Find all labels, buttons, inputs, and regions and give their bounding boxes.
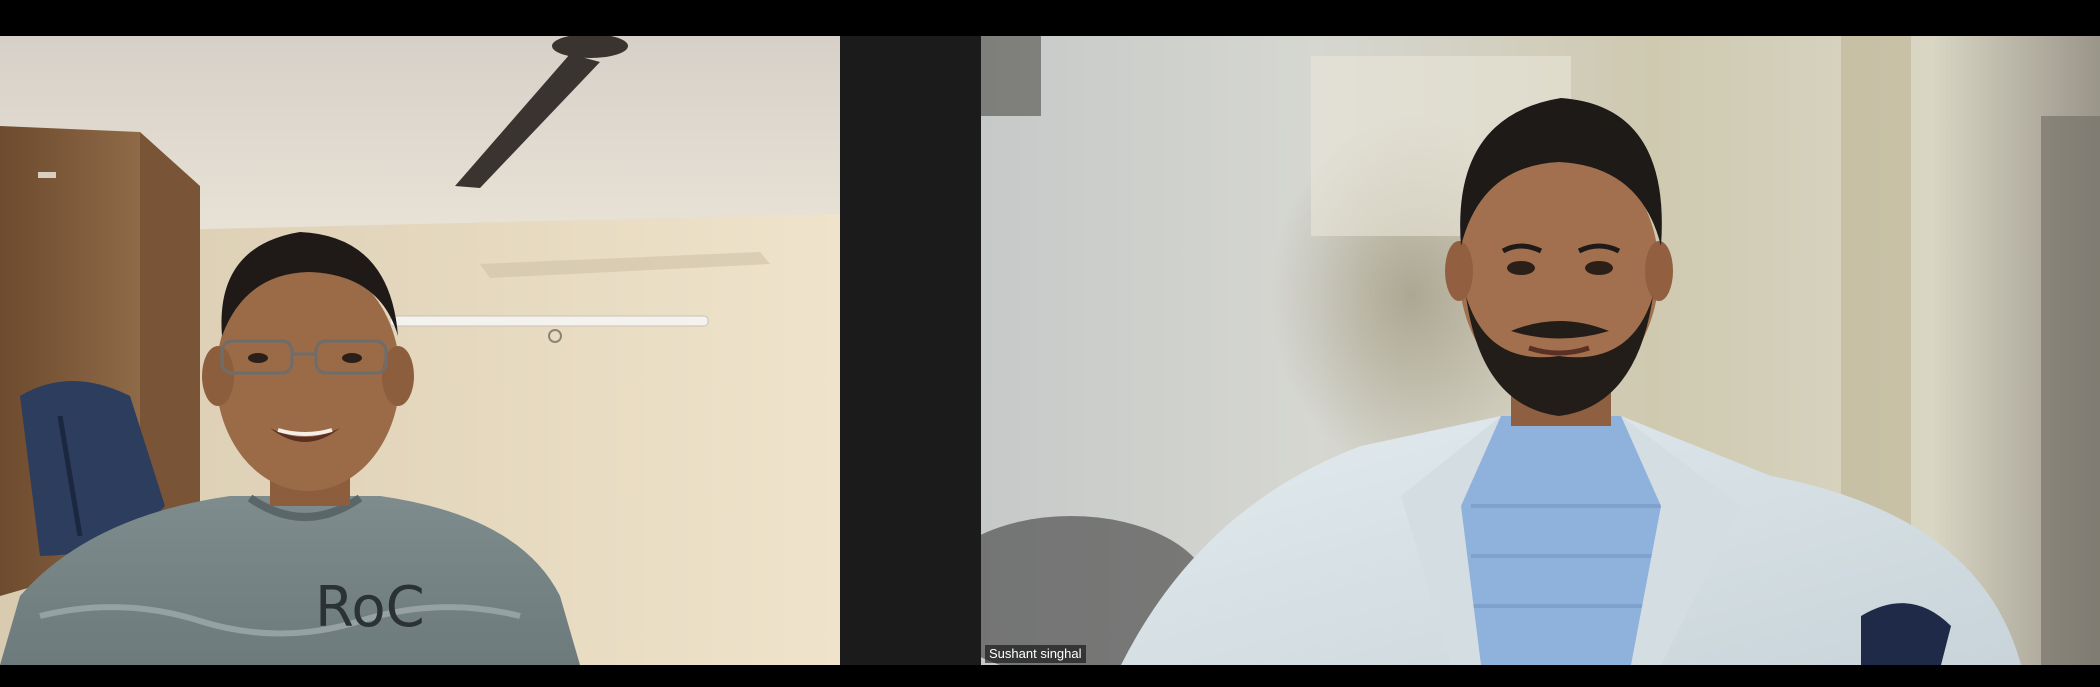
video-call-stage: RoC Sushant singhal xyxy=(0,0,2100,687)
participant-video-tile-right[interactable] xyxy=(981,36,2100,665)
participant-video-tile-left[interactable]: RoC xyxy=(0,36,840,665)
participant-name-label: Sushant singhal xyxy=(985,645,1086,663)
gallery-gap xyxy=(840,36,981,665)
participant-video-right xyxy=(981,36,2100,665)
svg-text:RoC: RoC xyxy=(315,575,425,640)
participant-video-left: RoC xyxy=(0,36,840,665)
